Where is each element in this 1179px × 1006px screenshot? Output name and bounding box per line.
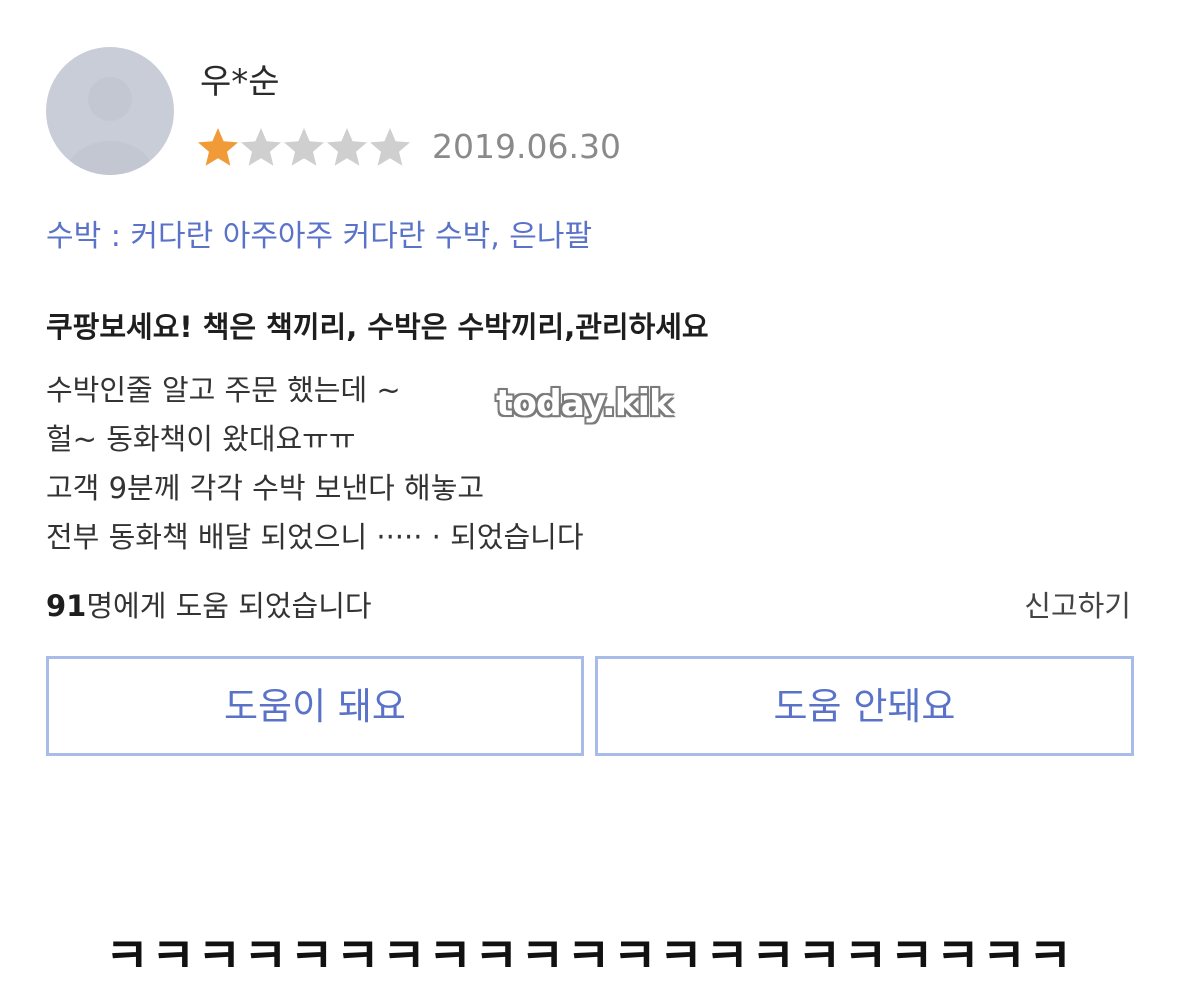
review-headline: 쿠팡보세요! 책은 책끼리, 수박은 수박끼리,관리하세요 xyxy=(46,310,709,344)
review-body-line: 고객 9분께 각각 수박 보낸다 해놓고 xyxy=(46,471,485,505)
avatar xyxy=(46,47,174,175)
not-helpful-button[interactable]: 도움 안돼요 xyxy=(595,656,1134,756)
review-date: 2019.06.30 xyxy=(432,127,621,166)
reviewer-name: 우*순 xyxy=(200,62,280,102)
star-empty-icon xyxy=(241,128,281,166)
user-silhouette-icon xyxy=(66,77,154,175)
helpful-count-text: 명에게 도움 되었습니다 xyxy=(86,589,372,623)
star-empty-icon xyxy=(370,128,410,166)
helpful-count: 91명에게 도움 되었습니다 xyxy=(46,586,372,626)
report-link[interactable]: 신고하기 xyxy=(1024,586,1131,626)
product-option: 수박 : 커다란 아주아주 커다란 수박, 은나팔 xyxy=(46,219,593,254)
caption: ㅋㅋㅋㅋㅋㅋㅋㅋㅋㅋㅋㅋㅋㅋㅋㅋㅋㅋㅋㅋㅋ xyxy=(104,928,1075,984)
star-empty-icon xyxy=(327,128,367,166)
review-body-line: 전부 동화책 배달 되었으니 ····· · 되었습니다 xyxy=(46,520,584,554)
helpful-count-number: 91 xyxy=(46,589,87,623)
star-empty-icon xyxy=(284,128,324,166)
helpful-button[interactable]: 도움이 돼요 xyxy=(46,656,584,756)
star-rating xyxy=(196,125,411,169)
watermark: today.kik xyxy=(496,383,673,424)
star-filled-icon xyxy=(198,128,238,166)
